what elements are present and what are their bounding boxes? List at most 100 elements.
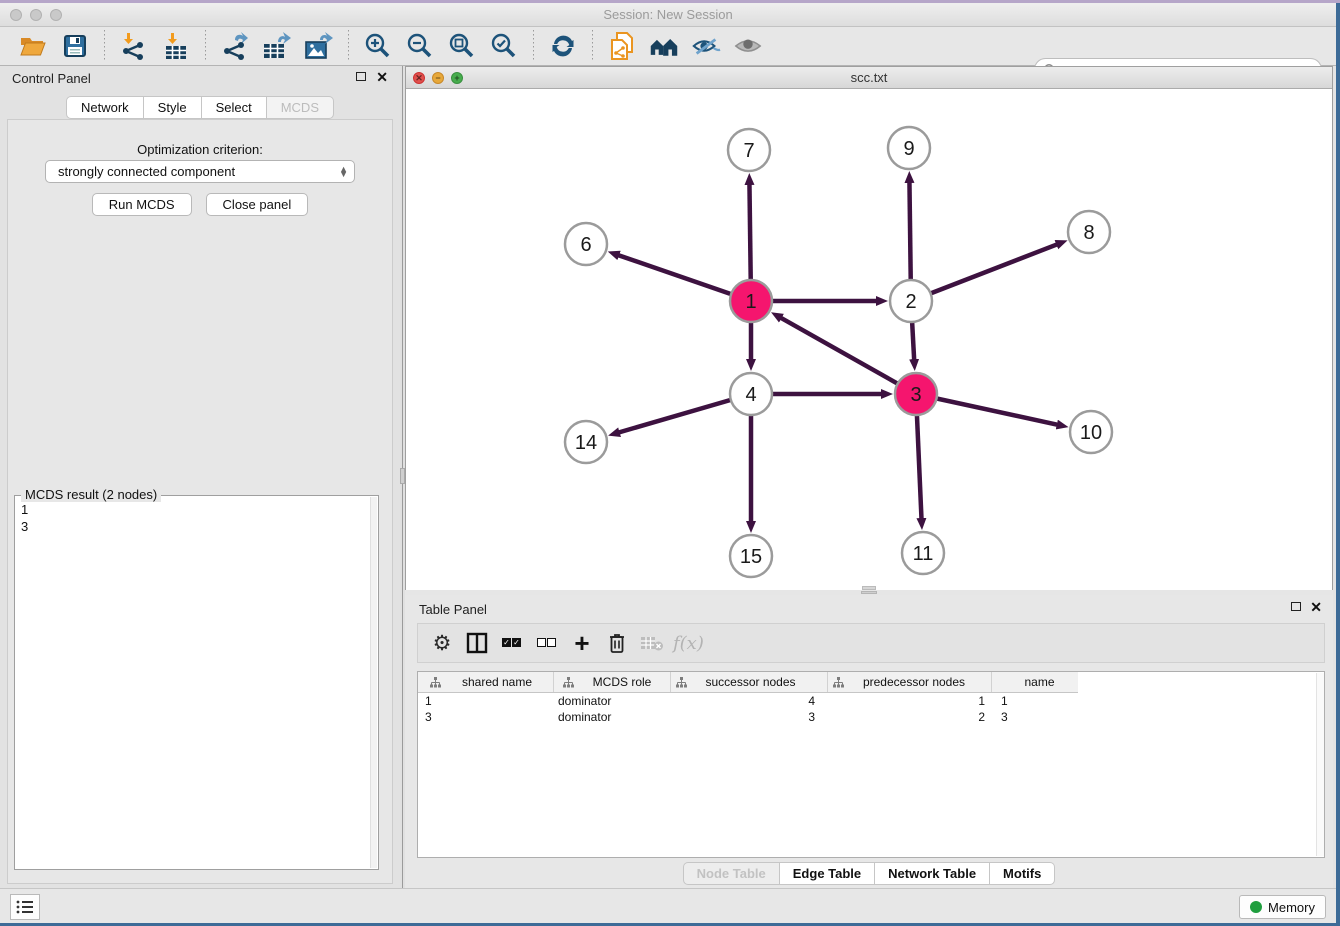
table-cell[interactable]: 3 (992, 709, 1078, 725)
tab-motifs[interactable]: Motifs (990, 862, 1055, 885)
open-file-icon[interactable] (18, 31, 48, 61)
toolbar-separator (205, 30, 206, 62)
table-scrollbar[interactable] (1316, 673, 1324, 856)
table-cell[interactable]: 2 (828, 709, 992, 725)
minimize-window-button[interactable] (30, 9, 42, 21)
table-cell[interactable]: dominator (554, 693, 671, 709)
table-header-row: shared nameMCDS rolesuccessor nodesprede… (418, 672, 1078, 693)
function-builder-icon-disabled: f(x) (673, 629, 704, 657)
result-scrollbar[interactable] (370, 497, 377, 868)
table-row[interactable]: 1dominator411 (418, 693, 1078, 709)
application-window: Session: New Session (0, 3, 1336, 923)
import-table-icon[interactable] (161, 31, 191, 61)
column-visibility-icon[interactable] (463, 629, 491, 657)
network-canvas[interactable]: 7 9 6 8 1 2 4 3 14 10 15 11 (406, 90, 1332, 590)
float-table-panel-icon[interactable] (1291, 601, 1301, 613)
column-header-predecessor-nodes[interactable]: predecessor nodes (828, 672, 992, 692)
graph-node-8[interactable]: 8 (1068, 211, 1110, 253)
graph-node-4[interactable]: 4 (730, 373, 772, 415)
column-header-shared-name[interactable]: shared name (418, 672, 554, 692)
task-history-button[interactable] (10, 894, 40, 920)
column-header-name[interactable]: name (992, 672, 1078, 692)
graph-node-9[interactable]: 9 (888, 127, 930, 169)
hide-selected-icon[interactable] (691, 31, 721, 61)
column-header-successor-nodes[interactable]: successor nodes (671, 672, 828, 692)
import-network-icon[interactable] (119, 31, 149, 61)
graph-node-3[interactable]: 3 (895, 373, 937, 415)
network-maximize-icon[interactable]: + (451, 72, 463, 84)
svg-text:3: 3 (910, 384, 921, 406)
mcds-result-list[interactable]: 13 (21, 498, 369, 867)
window-title: Session: New Session (0, 3, 1336, 27)
network-view-window: ✕ − + scc.txt 7 9 6 8 1 2 4 3 14 10 15 11 (405, 66, 1333, 590)
edge-2-8[interactable] (911, 244, 1057, 301)
tab-style[interactable]: Style (144, 96, 202, 119)
graph-node-15[interactable]: 15 (730, 535, 772, 577)
tab-node-table[interactable]: Node Table (683, 862, 780, 885)
network-graph: 7 9 6 8 1 2 4 3 14 10 15 11 (406, 90, 1332, 590)
result-line: 3 (21, 518, 369, 535)
first-neighbors-icon[interactable] (649, 31, 679, 61)
export-image-icon[interactable] (304, 31, 334, 61)
tab-mcds[interactable]: MCDS (267, 96, 334, 119)
table-cell[interactable]: 3 (671, 709, 828, 725)
close-window-button[interactable] (10, 9, 22, 21)
create-column-icon[interactable]: + (568, 629, 596, 657)
show-all-icon[interactable] (733, 31, 763, 61)
save-session-icon[interactable] (60, 31, 90, 61)
tab-edge-table[interactable]: Edge Table (780, 862, 875, 885)
network-close-icon[interactable]: ✕ (413, 72, 425, 84)
svg-text:4: 4 (745, 384, 756, 406)
export-network-icon[interactable] (220, 31, 250, 61)
close-panel-button[interactable]: Close panel (206, 193, 309, 216)
network-window-titlebar[interactable]: ✕ − + scc.txt (406, 67, 1332, 89)
deselect-all-rows-icon[interactable] (533, 629, 561, 657)
select-all-rows-icon[interactable]: ✓✓ (498, 629, 526, 657)
apply-layout-icon[interactable] (548, 31, 578, 61)
table-cell[interactable]: 1 (418, 693, 554, 709)
table-cell[interactable]: 3 (418, 709, 554, 725)
control-panel-title: Control Panel (12, 71, 91, 86)
new-network-from-selection-icon[interactable] (607, 31, 637, 61)
float-panel-icon[interactable] (356, 71, 366, 83)
zoom-out-icon[interactable] (405, 31, 435, 61)
memory-button[interactable]: Memory (1239, 895, 1326, 919)
graph-node-7[interactable]: 7 (728, 129, 770, 171)
close-panel-icon[interactable]: ✕ (376, 71, 388, 83)
delete-column-icon[interactable] (603, 629, 631, 657)
svg-text:11: 11 (913, 543, 934, 565)
toolbar-separator (592, 30, 593, 62)
table-row[interactable]: 3dominator323 (418, 709, 1078, 725)
maximize-window-button[interactable] (50, 9, 62, 21)
svg-text:15: 15 (740, 546, 762, 568)
zoom-selected-icon[interactable] (489, 31, 519, 61)
tab-network-table[interactable]: Network Table (875, 862, 990, 885)
graph-node-2[interactable]: 2 (890, 280, 932, 322)
network-window-title: scc.txt (406, 67, 1332, 89)
table-cell[interactable]: 1 (992, 693, 1078, 709)
zoom-in-icon[interactable] (363, 31, 393, 61)
criterion-select[interactable]: strongly connected component ▲▼ (45, 160, 355, 183)
zoom-fit-icon[interactable] (447, 31, 477, 61)
column-header-MCDS-role[interactable]: MCDS role (554, 672, 671, 692)
tab-select[interactable]: Select (202, 96, 267, 119)
edge-3-1[interactable] (781, 318, 916, 394)
network-minimize-icon[interactable]: − (432, 72, 444, 84)
table-cell[interactable]: dominator (554, 709, 671, 725)
tab-network[interactable]: Network (66, 96, 144, 119)
graph-node-10[interactable]: 10 (1070, 411, 1112, 453)
graph-node-6[interactable]: 6 (565, 223, 607, 265)
graph-node-14[interactable]: 14 (565, 421, 607, 463)
export-table-icon[interactable] (262, 31, 292, 61)
splitter-handle[interactable] (861, 591, 877, 594)
table-cell[interactable]: 1 (828, 693, 992, 709)
graph-node-1[interactable]: 1 (730, 280, 772, 322)
graph-node-11[interactable]: 11 (902, 532, 944, 574)
run-mcds-button[interactable]: Run MCDS (92, 193, 192, 216)
close-table-panel-icon[interactable]: ✕ (1310, 601, 1322, 613)
table-settings-icon[interactable]: ⚙ (428, 629, 456, 657)
table-cell[interactable]: 4 (671, 693, 828, 709)
toolbar-separator (104, 30, 105, 62)
optimization-criterion-label: Optimization criterion: (8, 142, 392, 157)
main-toolbar (0, 27, 1336, 66)
